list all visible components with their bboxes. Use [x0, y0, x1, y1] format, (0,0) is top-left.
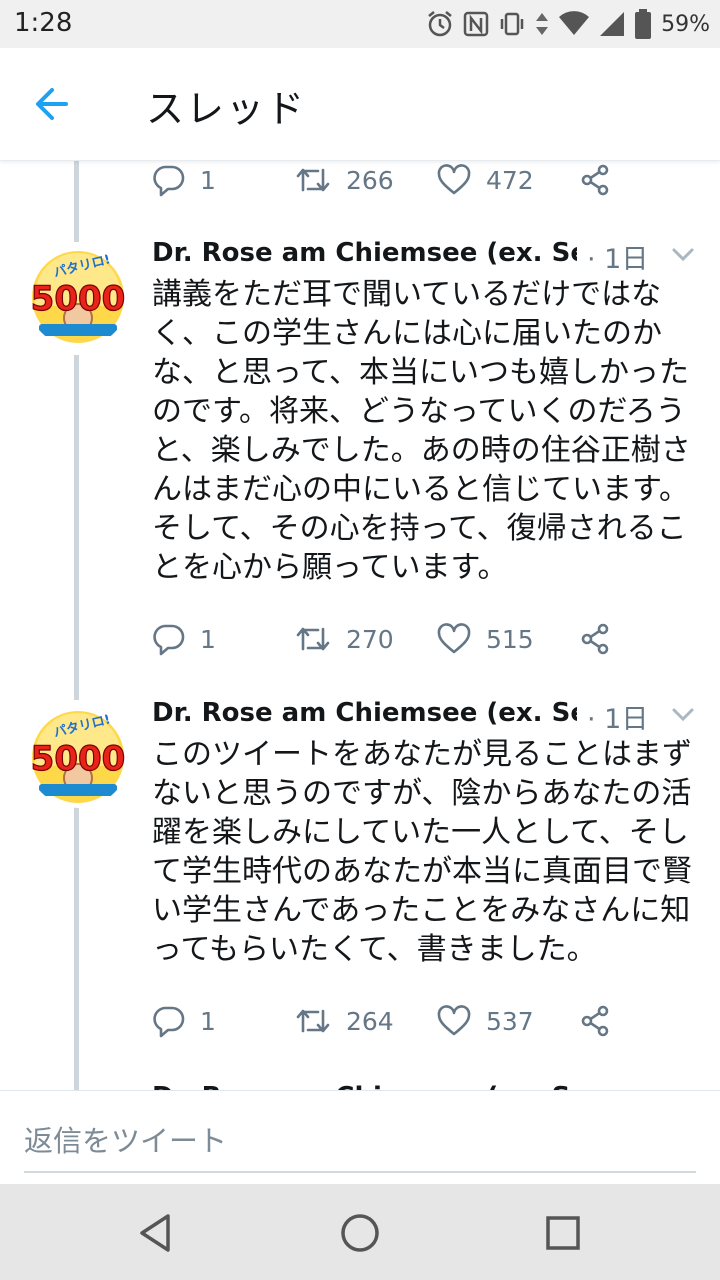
- like-count: 472: [486, 165, 534, 195]
- chevron-down-icon[interactable]: [670, 704, 696, 724]
- like-button[interactable]: 515: [436, 619, 534, 659]
- nfc-icon: [463, 11, 489, 37]
- recents-square-icon: [546, 1216, 580, 1250]
- reply-icon: [153, 624, 185, 656]
- reply-input[interactable]: [24, 1111, 696, 1173]
- tweet-text-line: 躍を楽しみにしていた一人として、そし: [152, 815, 689, 850]
- share-button[interactable]: [578, 160, 612, 200]
- nav-recents-button[interactable]: [538, 1208, 588, 1258]
- like-button[interactable]: 537: [436, 1001, 534, 1041]
- nav-home-button[interactable]: [335, 1208, 385, 1258]
- reply-bar: [0, 1090, 720, 1185]
- like-button[interactable]: 472: [436, 160, 534, 200]
- tweet-partial[interactable]: Dr. Rose am Chiemsee (ex. Se... · 1日: [0, 1078, 720, 1090]
- tweet[interactable]: 5000 パタリロ! Dr. Rose am Chiemsee (ex. Se.…: [0, 698, 720, 1068]
- tweet-time: · 1日: [587, 244, 649, 275]
- author-name[interactable]: Dr. Rose am Chiemsee (ex. Se...: [152, 238, 577, 268]
- tweet-time: · 1日: [587, 704, 649, 735]
- avatar-image: 5000 パタリロ!: [27, 706, 129, 808]
- alarm-icon: [428, 11, 452, 37]
- tweet-text: 講義をただ耳で聞いているだけではな く、この学生さんには心に届いたのか な、と思…: [152, 275, 697, 587]
- like-count: 537: [486, 1006, 534, 1036]
- retweet-icon: [296, 1009, 330, 1033]
- tweet-actions: 1 266 472: [152, 160, 622, 200]
- data-arrows-icon: [536, 13, 549, 35]
- avatar[interactable]: 5000 パタリロ!: [27, 246, 129, 348]
- nav-back-button[interactable]: [132, 1208, 182, 1258]
- retweet-button[interactable]: 270: [294, 619, 394, 659]
- tweet-text-line: ってもらいたくて、書きました。: [152, 932, 597, 967]
- home-circle-icon: [341, 1214, 379, 1252]
- heart-icon: [437, 623, 471, 654]
- share-button[interactable]: [578, 1001, 612, 1041]
- tweet-text-line: んはまだ心の中にいると信じています。: [152, 472, 689, 507]
- tweet-text-line: このツイートをあなたが見ることはまず: [152, 737, 692, 772]
- thread-connector: [74, 160, 79, 242]
- share-icon: [581, 1005, 609, 1037]
- tweet-text-line: 講義をただ耳で聞いているだけではな: [152, 277, 662, 312]
- retweet-count: 264: [346, 1006, 394, 1036]
- back-triangle-icon: [140, 1214, 170, 1252]
- avatar-number: 5000: [31, 279, 126, 319]
- reply-count: 1: [200, 1006, 216, 1036]
- share-button[interactable]: [578, 619, 612, 659]
- arrow-left-icon: [36, 88, 68, 120]
- avatar-number: 5000: [31, 739, 126, 779]
- back-button[interactable]: [28, 82, 84, 126]
- reply-icon: [153, 165, 185, 197]
- retweet-icon: [296, 627, 330, 651]
- status-bar: 1:28 59%: [0, 0, 720, 48]
- reply-icon: [153, 1006, 185, 1038]
- tweet-actions: 1 270 515: [152, 619, 622, 659]
- tweet-time: · 1日: [587, 1081, 648, 1090]
- tweet-text-line: そして、その心を持って、復帰されるこ: [152, 511, 687, 546]
- app-bar: スレッド: [0, 48, 720, 161]
- retweet-icon: [296, 168, 330, 192]
- thread-content[interactable]: 1 266 472 5000 パタリロ! Dr. Rose am Chiemse…: [0, 160, 720, 1090]
- tweet-text-line: と、楽しみでした。あの時の住谷正樹さ: [152, 433, 691, 468]
- signal-icon: [600, 12, 625, 36]
- reply-button[interactable]: 1: [152, 160, 216, 200]
- chevron-down-icon[interactable]: [670, 244, 696, 264]
- author-name[interactable]: Dr. Rose am Chiemsee (ex. Se...: [152, 1082, 577, 1090]
- tweet-header: Dr. Rose am Chiemsee (ex. Se... · 1日: [152, 1082, 712, 1090]
- retweet-button[interactable]: 266: [294, 160, 394, 200]
- share-icon: [581, 164, 609, 196]
- retweet-button[interactable]: 264: [294, 1001, 394, 1041]
- reply-button[interactable]: 1: [152, 619, 216, 659]
- status-time: 1:28: [14, 8, 73, 38]
- tweet-text-line: のです。将来、どうなっていくのだろう: [152, 394, 686, 429]
- reply-count: 1: [200, 624, 216, 654]
- tweet-header: Dr. Rose am Chiemsee (ex. Se... · 1日: [152, 698, 712, 735]
- reply-button[interactable]: 1: [152, 1001, 216, 1041]
- retweet-count: 266: [346, 165, 394, 195]
- reply-count: 1: [200, 165, 216, 195]
- heart-icon: [437, 164, 471, 195]
- battery-icon: [635, 9, 652, 39]
- tweet-text-line: ないと思うのですが、陰からあなたの活: [152, 776, 692, 811]
- tweet-header: Dr. Rose am Chiemsee (ex. Se... · 1日: [152, 238, 712, 275]
- like-count: 515: [486, 624, 534, 654]
- heart-icon: [437, 1005, 471, 1036]
- battery-percent: 59%: [661, 11, 710, 37]
- avatar[interactable]: 5000 パタリロ!: [27, 706, 129, 808]
- retweet-count: 270: [346, 624, 394, 654]
- tweet-text-line: い学生さんであったことをみなさんに知: [152, 893, 691, 928]
- tweet-text-line: く、この学生さんには心に届いたのか: [152, 316, 662, 351]
- nav-bar: [0, 1184, 720, 1280]
- tweet-text: このツイートをあなたが見ることはまず ないと思うのですが、陰からあなたの活 躍を…: [152, 735, 697, 969]
- author-name[interactable]: Dr. Rose am Chiemsee (ex. Se...: [152, 698, 577, 728]
- status-icons: 59%: [425, 6, 710, 42]
- wifi-icon: [559, 11, 590, 35]
- vibrate-icon: [500, 12, 524, 36]
- tweet-text-line: とを心から願っています。: [152, 550, 508, 585]
- page-title: スレッド: [146, 87, 307, 131]
- tweet[interactable]: 5000 パタリロ! Dr. Rose am Chiemsee (ex. Se.…: [0, 238, 720, 678]
- avatar-image: 5000 パタリロ!: [27, 246, 129, 348]
- tweet-text-line: な、と思って、本当にいつも嬉しかった: [152, 355, 689, 390]
- tweet-text-line: て学生時代のあなたが本当に真面目で賢: [152, 854, 692, 889]
- tweet-actions: 1 264 537: [152, 1001, 622, 1041]
- share-icon: [581, 623, 609, 655]
